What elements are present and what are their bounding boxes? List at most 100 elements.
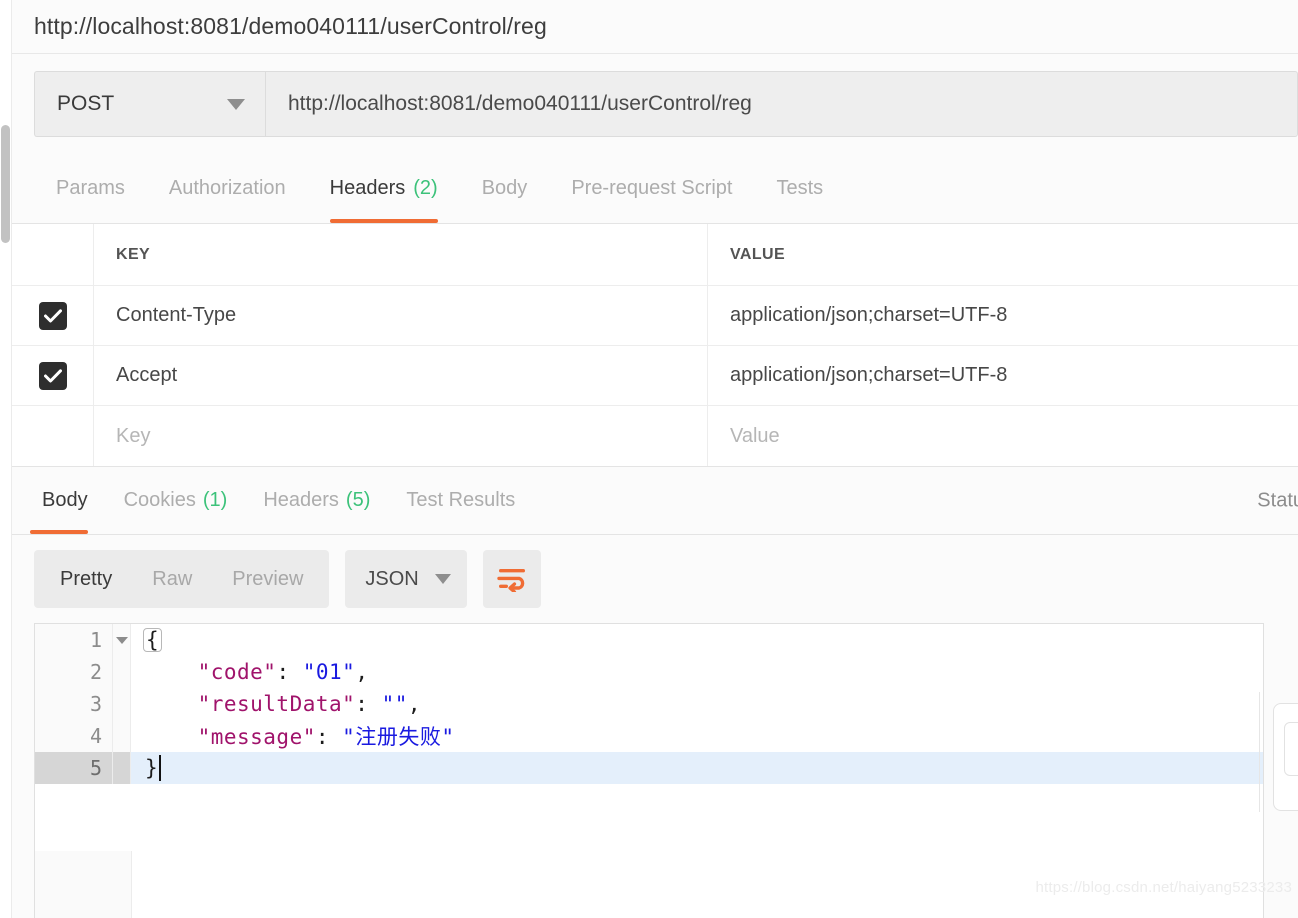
response-tab-label: Body (42, 489, 88, 511)
code-line-text: "code": "01", (131, 660, 368, 684)
postman-window: http://localhost:8081/demo040111/userCon… (0, 0, 1298, 918)
response-language-select[interactable]: JSON (345, 550, 468, 608)
line-number: 1 (35, 624, 113, 656)
code-token: , (407, 692, 422, 716)
code-editor[interactable]: 1{2 "code": "01", 3 "resultData": "", 4 "m… (35, 624, 1263, 851)
code-token: { (143, 627, 163, 653)
response-body-editor[interactable]: 1{2 "code": "01", 3 "resultData": "", 4 "m… (34, 623, 1264, 851)
code-token: "code" (145, 660, 277, 684)
header-value-text: Value (730, 424, 780, 447)
view-mode-group: Pretty Raw Preview (34, 550, 330, 608)
request-tab-tests[interactable]: Tests (754, 154, 845, 223)
code-token: : (355, 692, 382, 716)
response-tab-badge: (1) (202, 489, 228, 511)
request-tab-pre-request-script[interactable]: Pre-request Script (549, 154, 754, 223)
request-tab-authorization[interactable]: Authorization (147, 154, 308, 223)
response-tab-cookies[interactable]: Cookies (1) (106, 467, 246, 534)
response-tab-test-results[interactable]: Test Results (388, 467, 533, 534)
request-tab-params[interactable]: Params (34, 154, 147, 223)
fold-spacer (113, 688, 131, 720)
header-key-cell[interactable]: Key (94, 406, 708, 466)
url-input-value: http://localhost:8081/demo040111/userCon… (288, 92, 752, 115)
fold-spacer (113, 720, 131, 752)
response-format-toolbar: Pretty Raw Preview JSON (12, 535, 1298, 623)
header-key-text: Accept (116, 364, 178, 386)
gutter-tail (35, 851, 132, 918)
code-line: 2 "code": "01", (35, 656, 1263, 688)
watermark: https://blog.csdn.net/haiyang5233233 (1035, 879, 1292, 896)
vertical-scrollbar-thumb[interactable] (1, 125, 10, 243)
column-header-value-label: VALUE (730, 245, 786, 263)
header-key-cell[interactable]: Accept (94, 346, 708, 405)
column-header-key-label: KEY (116, 245, 151, 263)
http-method-select[interactable]: POST (34, 71, 265, 137)
chevron-down-icon (435, 574, 452, 584)
header-value-text: application/json;charset=UTF-8 (730, 304, 1008, 326)
word-wrap-button[interactable] (483, 550, 542, 608)
response-tab-headers[interactable]: Headers (5) (245, 467, 388, 534)
table-row: Key Value (12, 406, 1298, 466)
right-side-panel-button[interactable] (1284, 722, 1298, 776)
code-token: : (315, 725, 343, 749)
text-cursor (159, 755, 162, 781)
code-line-text: "resultData": "", (131, 692, 421, 716)
code-line-text: { (131, 627, 163, 653)
column-header-value: VALUE (708, 224, 1298, 285)
row-enabled-checkbox[interactable] (38, 301, 67, 330)
fold-spacer (113, 656, 131, 688)
view-mode-preview[interactable]: Preview (212, 550, 323, 608)
active-tab-indicator (329, 219, 438, 223)
header-value-cell[interactable]: application/json;charset=UTF-8 (708, 286, 1298, 345)
response-tab-body[interactable]: Body (24, 467, 106, 534)
http-method-label: POST (57, 92, 115, 115)
request-tab-headers[interactable]: Headers (2) (308, 154, 460, 223)
code-token: "注册失败" (342, 725, 455, 749)
request-tab-label: Tests (776, 177, 824, 199)
header-key-cell[interactable]: Content-Type (94, 286, 708, 345)
header-key-text: Key (116, 424, 151, 447)
code-line-text: "message": "注册失败" (131, 721, 454, 751)
code-token: : (276, 660, 303, 684)
headers-table: KEY VALUE Content-Type application/json;c… (12, 224, 1298, 467)
code-token: } (145, 756, 159, 780)
request-tab-label: Body (481, 177, 528, 199)
code-line-text: } (131, 755, 162, 781)
row-enabled-checkbox[interactable] (38, 361, 67, 390)
line-number: 5 (35, 752, 113, 784)
code-token: "01" (302, 660, 356, 684)
request-tab-badge: (2) (413, 177, 438, 199)
table-header-row: KEY VALUE (12, 224, 1298, 286)
header-value-cell[interactable]: Value (708, 406, 1298, 466)
line-number: 3 (35, 688, 113, 720)
code-token: "" (381, 692, 408, 716)
row-checkbox-cell (12, 406, 94, 466)
request-tab-label: Authorization (168, 177, 286, 199)
request-tab-label: Pre-request Script (571, 177, 733, 199)
view-mode-raw[interactable]: Raw (132, 550, 212, 608)
response-tab-label: Headers (263, 489, 339, 511)
request-tabs: Params Authorization Headers (2) Body Pre-req… (12, 154, 1298, 224)
table-row: Accept application/json;charset=UTF-8 (12, 346, 1298, 406)
view-mode-pretty[interactable]: Pretty (40, 550, 132, 608)
table-row: Content-Type application/json;charset=UTF… (12, 286, 1298, 346)
code-line: 4 "message": "注册失败" (35, 720, 1263, 752)
word-wrap-icon (497, 569, 526, 592)
line-number: 2 (35, 656, 113, 688)
request-tab-label: Params (56, 177, 125, 199)
code-line: 1{ (35, 624, 1263, 656)
page-title: http://localhost:8081/demo040111/userCon… (34, 13, 547, 39)
fold-toggle-icon[interactable] (113, 624, 131, 656)
url-input[interactable]: http://localhost:8081/demo040111/userCon… (265, 71, 1298, 137)
code-token: "message" (145, 725, 316, 749)
header-value-cell[interactable]: application/json;charset=UTF-8 (708, 346, 1298, 405)
chevron-down-icon (227, 98, 245, 110)
row-checkbox-cell (12, 346, 94, 405)
request-tab-body[interactable]: Body (460, 154, 550, 223)
left-scroll-strip (0, 0, 12, 918)
check-icon (43, 308, 62, 322)
code-token: , (355, 660, 369, 684)
header-key-text: Content-Type (116, 304, 237, 326)
response-tab-label: Test Results (406, 489, 516, 511)
response-tabs: Body Cookies (1) Headers (5) Test Results Stat… (12, 467, 1298, 535)
check-icon (43, 368, 62, 382)
